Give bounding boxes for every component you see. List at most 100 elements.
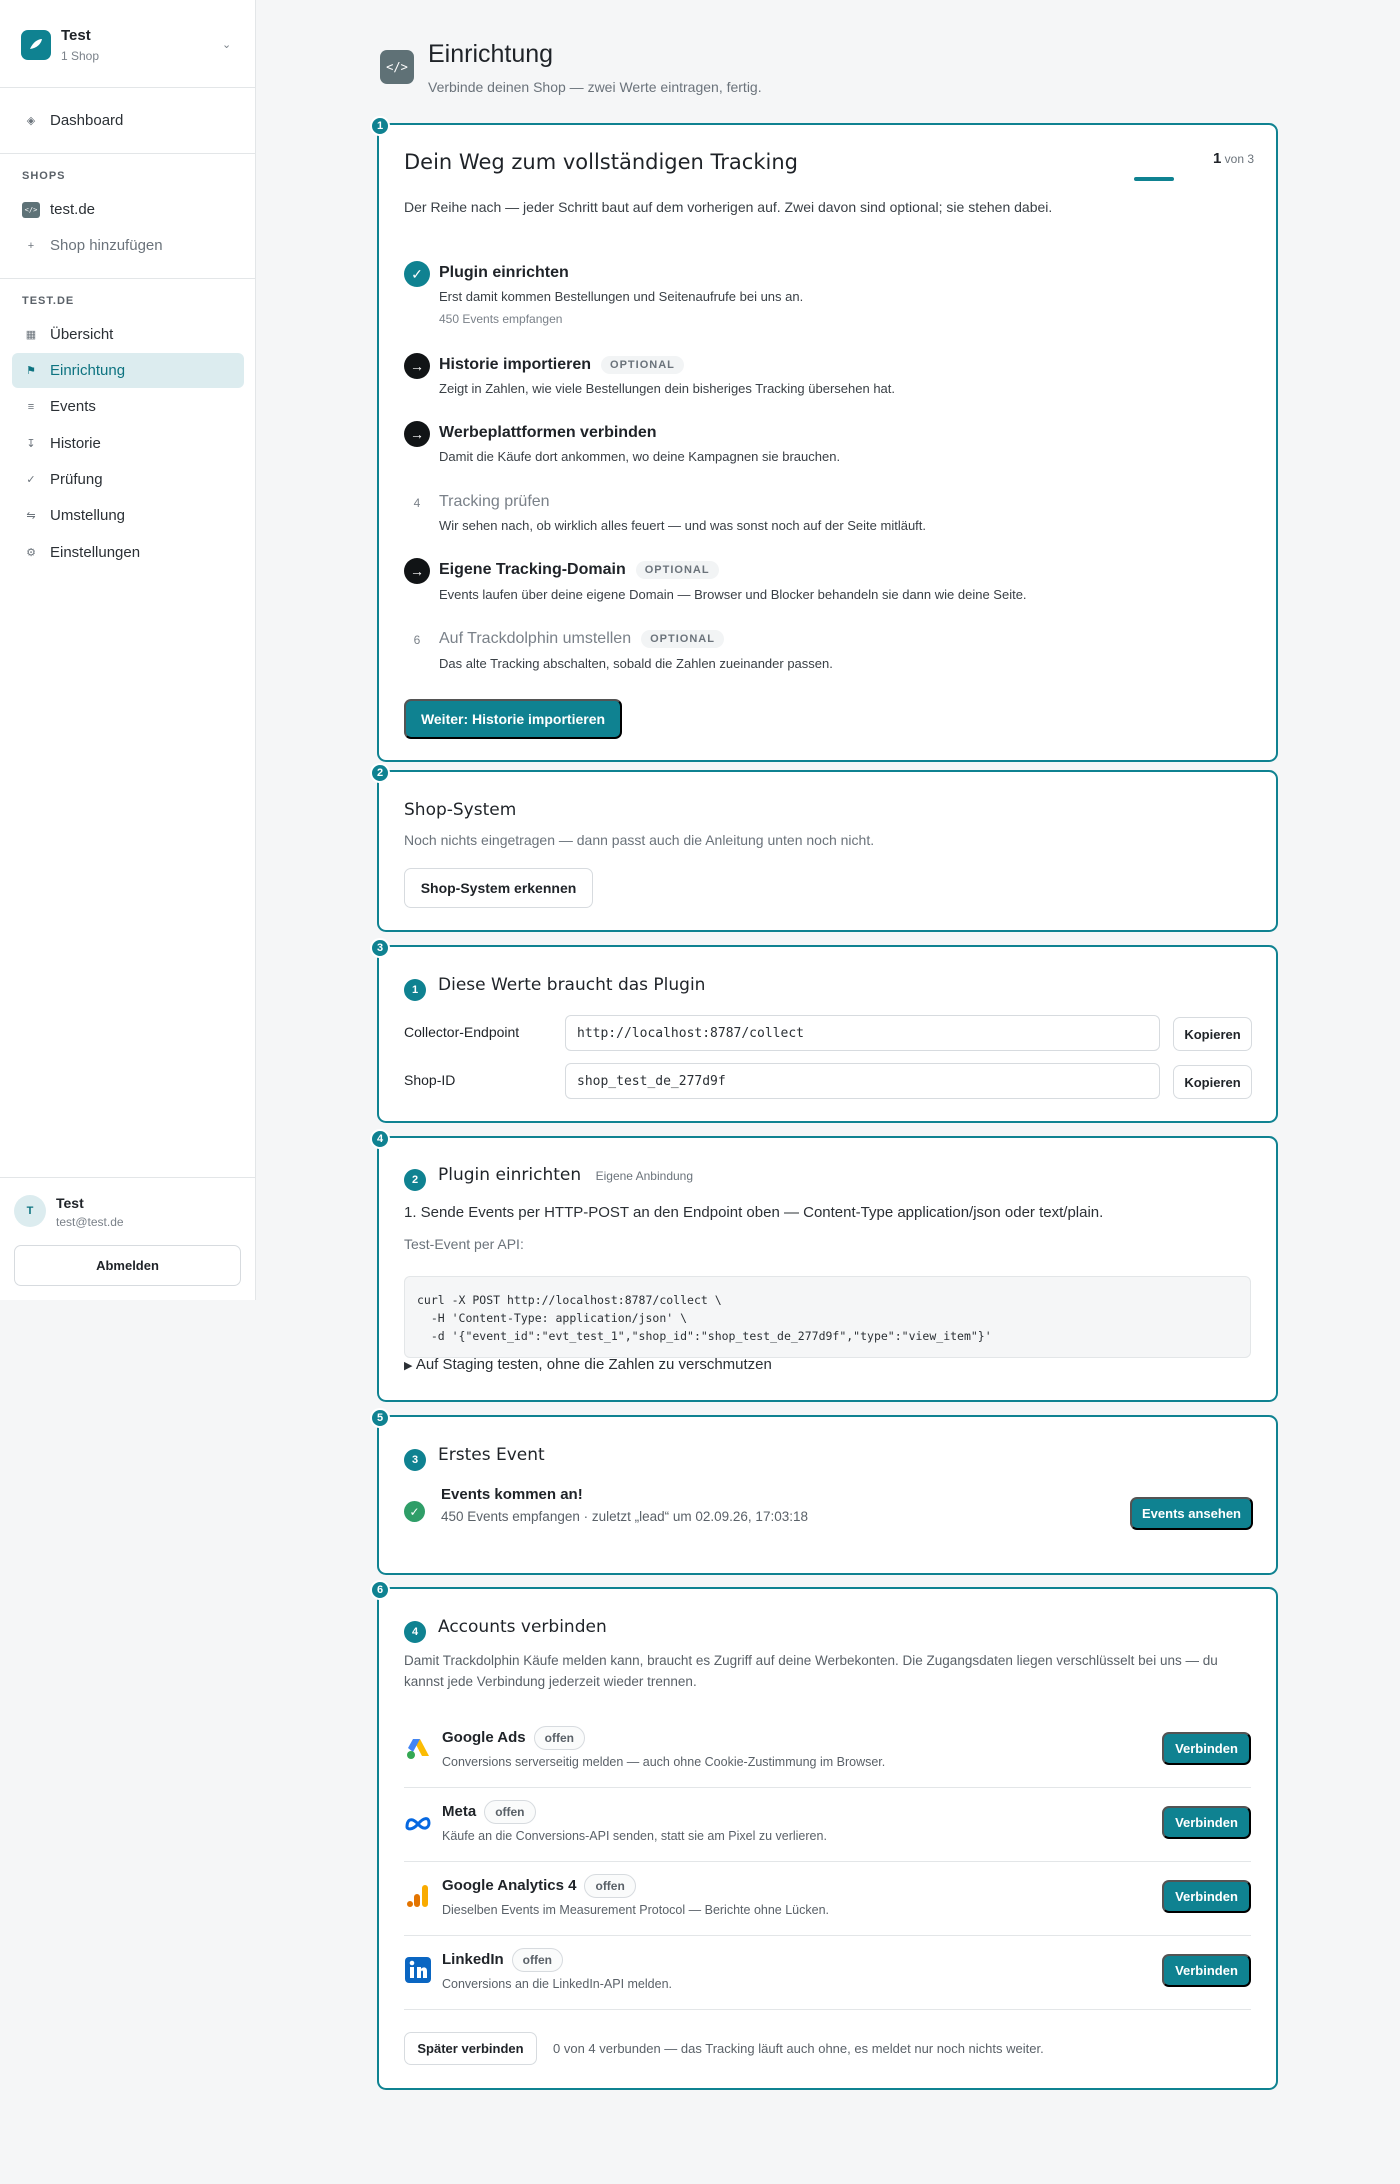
optional-badge: OPTIONAL bbox=[601, 356, 684, 374]
endpoint-field[interactable]: http://localhost:8787/collect bbox=[565, 1015, 1160, 1051]
events-status-title: Events kommen an! bbox=[441, 1486, 583, 1503]
account-row-linkedin: LinkedIn offen Conversions an die LinkedI… bbox=[404, 1936, 1251, 2010]
plugin-setup-tag: Eigene Anbindung bbox=[595, 1169, 694, 1183]
endpoint-label: Collector-Endpoint bbox=[404, 1024, 520, 1040]
copy-endpoint-button[interactable]: Kopieren bbox=[1173, 1017, 1252, 1051]
step-title: Eigene Tracking-Domain OPTIONAL bbox=[439, 561, 719, 579]
accounts-title: Accounts verbinden bbox=[438, 1617, 607, 1637]
shop-id-field[interactable]: shop_test_de_277d9f bbox=[565, 1063, 1160, 1099]
gear-icon: ⚙ bbox=[26, 547, 36, 559]
account-name: Meta bbox=[442, 1802, 477, 1820]
optional-badge: OPTIONAL bbox=[635, 561, 719, 579]
connect-later-button[interactable]: Später verbinden bbox=[404, 2032, 537, 2065]
logout-button[interactable]: Abmelden bbox=[14, 1245, 241, 1286]
curl-code-block[interactable]: curl -X POST http://localhost:8787/colle… bbox=[404, 1276, 1251, 1358]
nav-dashboard[interactable]: ◈ Dashboard bbox=[12, 103, 244, 138]
nav-label: Historie bbox=[50, 435, 101, 452]
triangle-right-icon: ▶ bbox=[404, 1360, 413, 1372]
arrow-right-icon: → bbox=[404, 558, 430, 584]
step-title-text: Auf Trackdolphin umstellen bbox=[439, 630, 632, 648]
first-event-title: Erstes Event bbox=[438, 1445, 545, 1465]
nav-overview[interactable]: ▦ Übersicht bbox=[12, 317, 244, 352]
events-status-desc: 450 Events empfangen · zuletzt „lead“ um… bbox=[441, 1509, 808, 1524]
google-analytics-icon bbox=[407, 1885, 428, 1907]
account-name: Google Ads bbox=[442, 1728, 526, 1746]
nav-check[interactable]: ✓ Prüfung bbox=[12, 462, 244, 497]
check-icon: ✓ bbox=[26, 474, 36, 486]
view-events-button[interactable]: Events ansehen bbox=[1130, 1497, 1253, 1530]
check-circle-icon: ✓ bbox=[404, 261, 430, 287]
card-number-badge: 6 bbox=[370, 1580, 390, 1600]
step-counter: 1 von 3 bbox=[1213, 150, 1254, 167]
org-switcher[interactable]: Test 1 Shop ⌄ bbox=[0, 0, 255, 88]
connect-ga4-button[interactable]: Verbinden bbox=[1162, 1880, 1251, 1913]
staging-details-toggle[interactable]: ▶ Auf Staging testen, ohne die Zahlen zu… bbox=[404, 1356, 772, 1373]
nav-label: Prüfung bbox=[50, 471, 103, 488]
step-number: 4 bbox=[413, 496, 421, 510]
roadmap-intro: Der Reihe nach — jeder Schritt baut auf … bbox=[404, 199, 1053, 215]
nav-history[interactable]: ↧ Historie bbox=[12, 426, 244, 461]
shop-system-desc: Noch nichts eingetragen — dann passt auc… bbox=[404, 832, 875, 848]
step-title: Historie importieren OPTIONAL bbox=[439, 356, 684, 374]
connect-linkedin-button[interactable]: Verbinden bbox=[1162, 1954, 1251, 1987]
account-row-google-ads: Google Ads offen Conversions serverseitig… bbox=[404, 1714, 1251, 1788]
account-row-google-analytics: Google Analytics 4 offen Dieselben Events… bbox=[404, 1862, 1251, 1936]
continue-button[interactable]: Weiter: Historie importieren bbox=[404, 699, 622, 739]
step-desc: Wir sehen nach, ob wirklich alles feuert… bbox=[439, 518, 927, 533]
step-number: 6 bbox=[413, 633, 421, 647]
step-title: Werbeplattformen verbinden bbox=[439, 424, 657, 441]
avatar: T bbox=[14, 1195, 46, 1227]
list-icon: ≡ bbox=[27, 400, 35, 413]
linkedin-icon bbox=[405, 1957, 431, 1983]
accounts-footer-note: 0 von 4 verbunden — das Tracking läuft a… bbox=[553, 2041, 1044, 2056]
divider bbox=[0, 153, 255, 154]
nav-label: Einrichtung bbox=[50, 362, 126, 379]
shop-system-card: 2 Shop-System Noch nichts eingetragen — … bbox=[370, 763, 1278, 932]
diamond-icon: ◈ bbox=[26, 115, 36, 127]
step-desc: Zeigt in Zahlen, wie viele Bestellungen … bbox=[439, 381, 895, 396]
code-icon: </> bbox=[380, 50, 414, 84]
status-badge: offen bbox=[533, 1726, 585, 1750]
step-badge: 2 bbox=[404, 1169, 426, 1191]
nav-label: Events bbox=[50, 398, 96, 415]
accounts-card: 6 4 Accounts verbinden Damit Trackdolphi… bbox=[370, 1580, 1278, 2090]
detect-shop-system-button[interactable]: Shop-System erkennen bbox=[404, 868, 593, 908]
nav-label: Einstellungen bbox=[50, 544, 141, 561]
page-title: Einrichtung bbox=[428, 40, 554, 68]
plugin-values-card: 3 1 Diese Werte braucht das Plugin Colle… bbox=[370, 938, 1278, 1123]
account-title: LinkedIn offen bbox=[442, 1948, 563, 1972]
user-name: Test bbox=[56, 1195, 84, 1211]
accounts-desc: Damit Trackdolphin Käufe melden kann, br… bbox=[404, 1653, 1218, 1689]
step-title: Tracking prüfen bbox=[439, 493, 550, 510]
account-row-meta: Meta offen Käufe an die Conversions-API s… bbox=[404, 1788, 1251, 1862]
divider bbox=[0, 278, 255, 279]
copy-shop-id-button[interactable]: Kopieren bbox=[1173, 1065, 1252, 1099]
card-number-badge: 4 bbox=[370, 1129, 390, 1149]
nav-switch[interactable]: ⇋ Umstellung bbox=[12, 498, 244, 533]
nav-add-shop[interactable]: + Shop hinzufügen bbox=[12, 228, 244, 263]
nav-label: Dashboard bbox=[50, 112, 124, 129]
connect-google-ads-button[interactable]: Verbinden bbox=[1162, 1732, 1251, 1765]
staging-details-label: Auf Staging testen, ohne die Zahlen zu v… bbox=[415, 1356, 772, 1373]
step-desc: Erst damit kommen Bestellungen und Seite… bbox=[439, 289, 804, 304]
progress-fill bbox=[1134, 177, 1174, 181]
site-heading: TEST.DE bbox=[22, 295, 75, 307]
plugin-values-title: Diese Werte braucht das Plugin bbox=[438, 975, 706, 995]
nav-shop[interactable]: </> test.de bbox=[12, 192, 244, 227]
nav-events[interactable]: ≡ Events bbox=[12, 389, 244, 424]
card-number-badge: 1 bbox=[370, 116, 390, 136]
progress-track bbox=[1134, 177, 1254, 181]
step-desc: Damit die Käufe dort ankommen, wo deine … bbox=[439, 449, 841, 464]
nav-settings[interactable]: ⚙ Einstellungen bbox=[12, 535, 244, 570]
nav-label: test.de bbox=[50, 201, 96, 218]
connect-meta-button[interactable]: Verbinden bbox=[1162, 1806, 1251, 1839]
arrow-right-icon: → bbox=[404, 421, 430, 447]
optional-badge: OPTIONAL bbox=[641, 630, 724, 648]
step-badge: 4 bbox=[404, 1621, 426, 1643]
nav-setup[interactable]: ⚑ Einrichtung bbox=[12, 353, 244, 388]
check-circle-icon: ✓ bbox=[404, 1501, 425, 1522]
org-shop-count: 1 Shop bbox=[61, 49, 100, 63]
nav-label: Übersicht bbox=[50, 326, 114, 343]
step-extra: 450 Events empfangen bbox=[439, 312, 563, 326]
step-title: Plugin einrichten bbox=[439, 264, 569, 281]
